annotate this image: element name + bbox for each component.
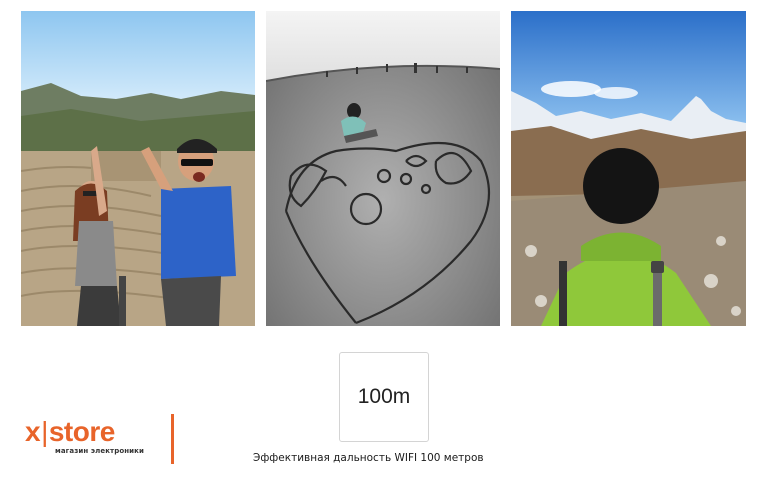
logo-tagline: магазин электроники: [55, 447, 145, 455]
selfie-ancient-theater-photo: [21, 11, 255, 326]
product-gallery-page: 100m Эффективная дальность WIFI 100 метр…: [0, 0, 760, 477]
wifi-range-value: 100m: [357, 385, 411, 408]
logo-separator: |: [41, 416, 48, 447]
mountain-selfie-photo: [511, 11, 746, 326]
logo-store: store: [48, 416, 115, 447]
sand-drawing-bw-photo: [266, 11, 500, 326]
logo-divider: [171, 414, 174, 464]
xstore-logo[interactable]: x | store магазин электроники: [25, 418, 185, 468]
wifi-range-box: 100m: [339, 352, 429, 442]
wifi-range-caption: Эффективная дальность WIFI 100 метров: [253, 452, 484, 464]
logo-x: x: [25, 416, 41, 447]
